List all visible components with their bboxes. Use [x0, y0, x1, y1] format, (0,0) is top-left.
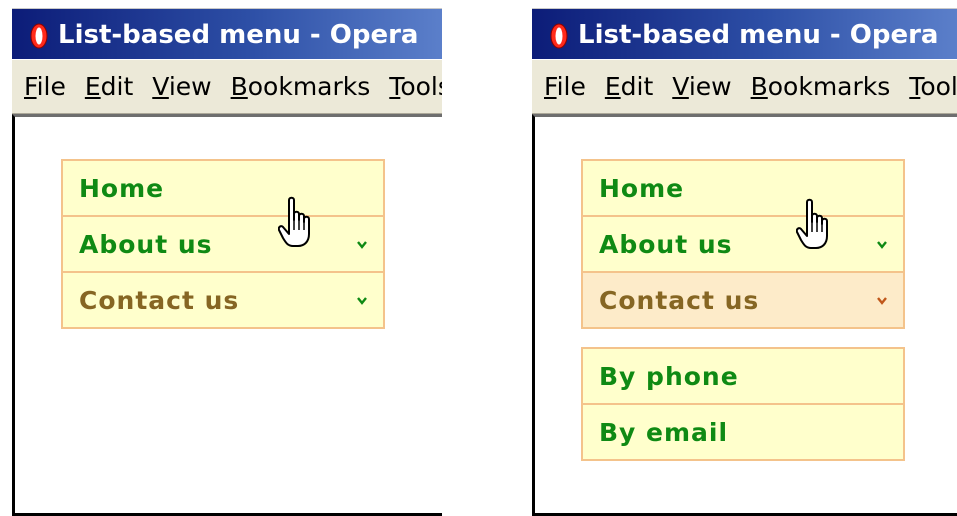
title-bar: List-based menu - Opera: [532, 8, 957, 60]
chevron-down-icon: [357, 241, 367, 249]
chevron-down-icon: [357, 297, 367, 305]
menu-edit[interactable]: Edit: [605, 72, 653, 102]
submenu-item-label: By email: [599, 418, 729, 447]
browser-window-expanded: List-based menu - Opera File Edit View B…: [532, 8, 957, 516]
menu-item-label: Contact us: [599, 286, 760, 315]
menu-item-contact-us[interactable]: Contact us: [61, 271, 385, 329]
submenu-item-by-email[interactable]: By email: [581, 403, 905, 461]
menu-item-home[interactable]: Home: [61, 159, 385, 217]
menu-item-home[interactable]: Home: [581, 159, 905, 217]
chevron-down-icon: [877, 297, 887, 305]
menu-tools[interactable]: Tools: [389, 72, 442, 102]
menu-file[interactable]: File: [24, 72, 66, 102]
submenu-item-label: By phone: [599, 362, 739, 391]
window-title: List-based menu - Opera: [58, 20, 419, 50]
menu-item-label: About us: [599, 230, 733, 259]
window-title: List-based menu - Opera: [578, 20, 939, 50]
hand-pointer-icon: [796, 198, 828, 249]
list-menu: Home About us Contact us: [581, 159, 905, 329]
page-content: Home About us Contact us By phone By ema…: [532, 114, 957, 516]
menu-item-label: Home: [79, 174, 165, 203]
list-menu: Home About us Contact us: [61, 159, 385, 329]
menu-bar: File Edit View Bookmarks Tools: [532, 59, 957, 114]
menu-bookmarks[interactable]: Bookmarks: [751, 72, 891, 102]
menu-bar: File Edit View Bookmarks Tools: [12, 59, 442, 114]
hand-pointer-icon: [278, 196, 310, 247]
menu-item-label: About us: [79, 230, 213, 259]
menu-item-about-us[interactable]: About us: [581, 215, 905, 273]
submenu-item-by-phone[interactable]: By phone: [581, 347, 905, 405]
menu-item-contact-us[interactable]: Contact us: [581, 271, 905, 329]
page-content: Home About us Contact us: [12, 114, 442, 516]
menu-tools[interactable]: Tools: [909, 72, 957, 102]
menu-view[interactable]: View: [152, 72, 211, 102]
menu-bookmarks[interactable]: Bookmarks: [231, 72, 371, 102]
menu-file[interactable]: File: [544, 72, 586, 102]
opera-logo-icon: [550, 23, 568, 49]
chevron-down-icon: [877, 241, 887, 249]
browser-window-collapsed: List-based menu - Opera File Edit View B…: [12, 8, 442, 516]
menu-item-label: Contact us: [79, 286, 240, 315]
menu-view[interactable]: View: [672, 72, 731, 102]
title-bar: List-based menu - Opera: [12, 8, 442, 60]
menu-edit[interactable]: Edit: [85, 72, 133, 102]
submenu: By phone By email: [581, 347, 905, 461]
menu-item-label: Home: [599, 174, 685, 203]
menu-item-about-us[interactable]: About us: [61, 215, 385, 273]
opera-logo-icon: [30, 23, 48, 49]
